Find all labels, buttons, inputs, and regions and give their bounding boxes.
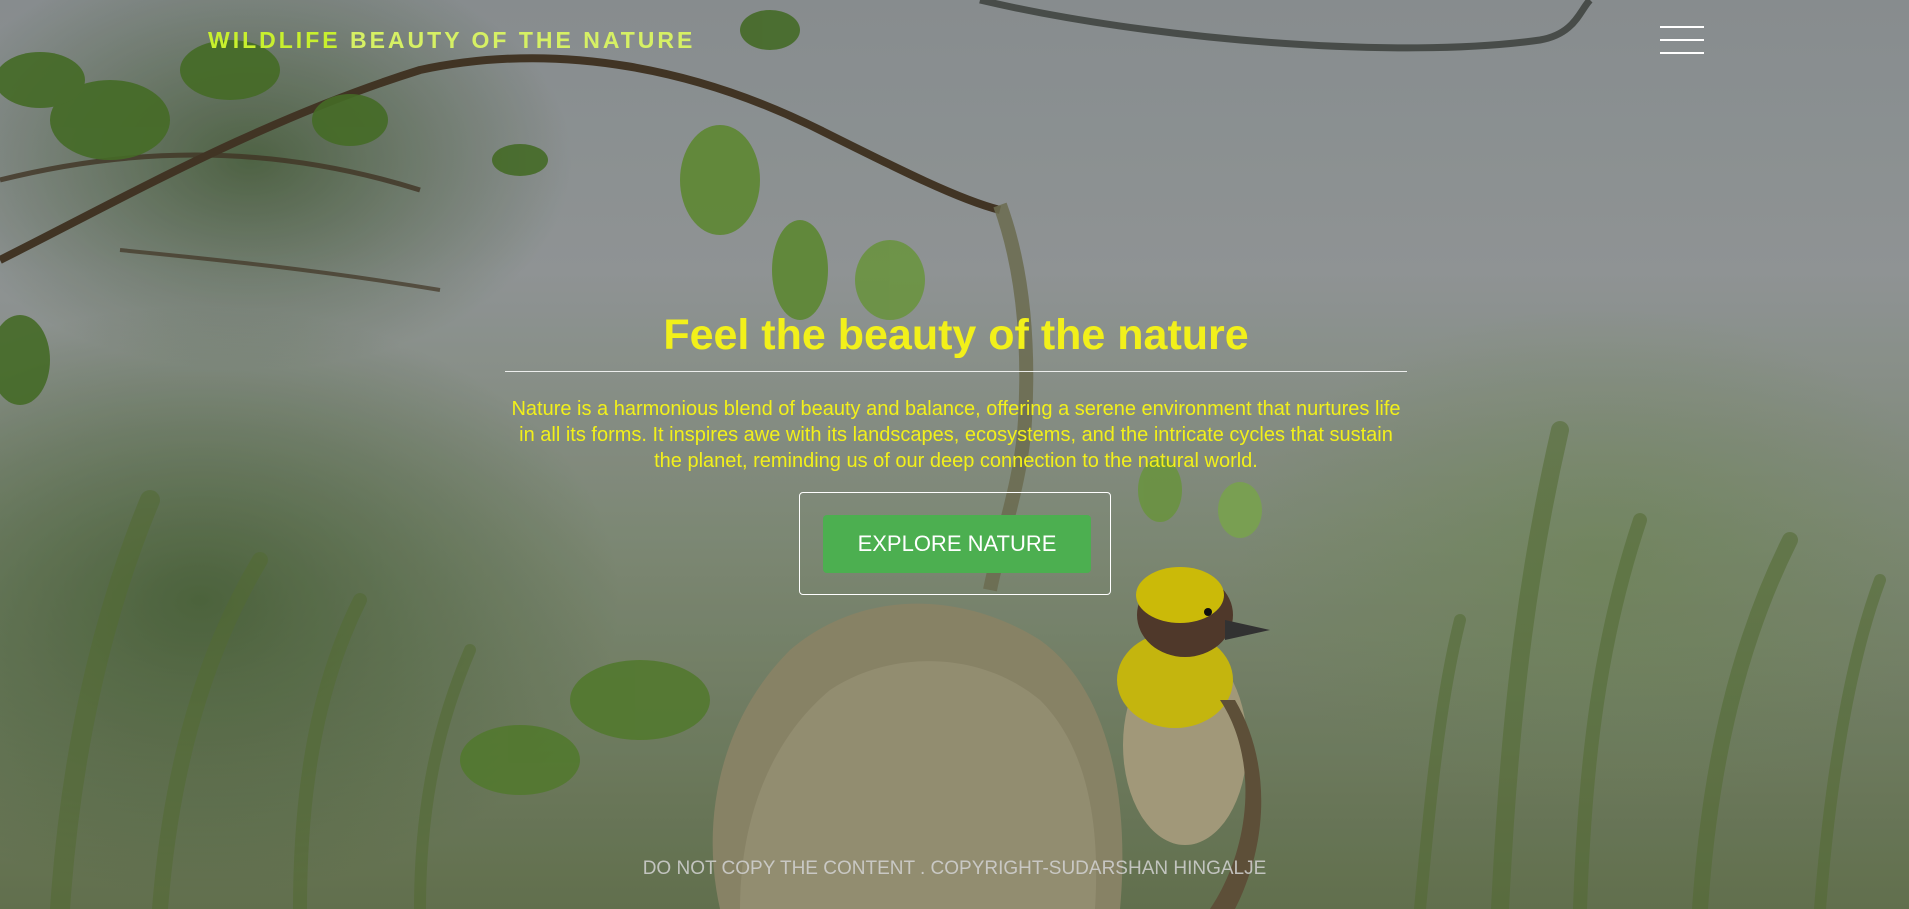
hero-content: Feel the beauty of the nature Nature is …	[505, 305, 1407, 474]
menu-line	[1660, 39, 1704, 41]
menu-line	[1660, 52, 1704, 54]
menu-line	[1660, 26, 1704, 28]
cta-frame: EXPLORE NATURE	[799, 492, 1111, 595]
copyright-footer: DO NOT COPY THE CONTENT . COPYRIGHT-SUDA…	[642, 858, 1267, 879]
brand-tagline: BEAUTY OF THE NATURE	[349, 27, 696, 53]
explore-nature-button[interactable]: EXPLORE NATURE	[823, 515, 1091, 573]
hero-title: Feel the beauty of the nature	[505, 305, 1407, 372]
brand-name: WILDLIFE	[208, 27, 341, 53]
hero-description: Nature is a harmonious blend of beauty a…	[511, 398, 1401, 472]
hamburger-icon[interactable]	[1660, 26, 1704, 56]
site-logo[interactable]: WILDLIFE BEAUTY OF THE NATURE	[208, 27, 695, 54]
